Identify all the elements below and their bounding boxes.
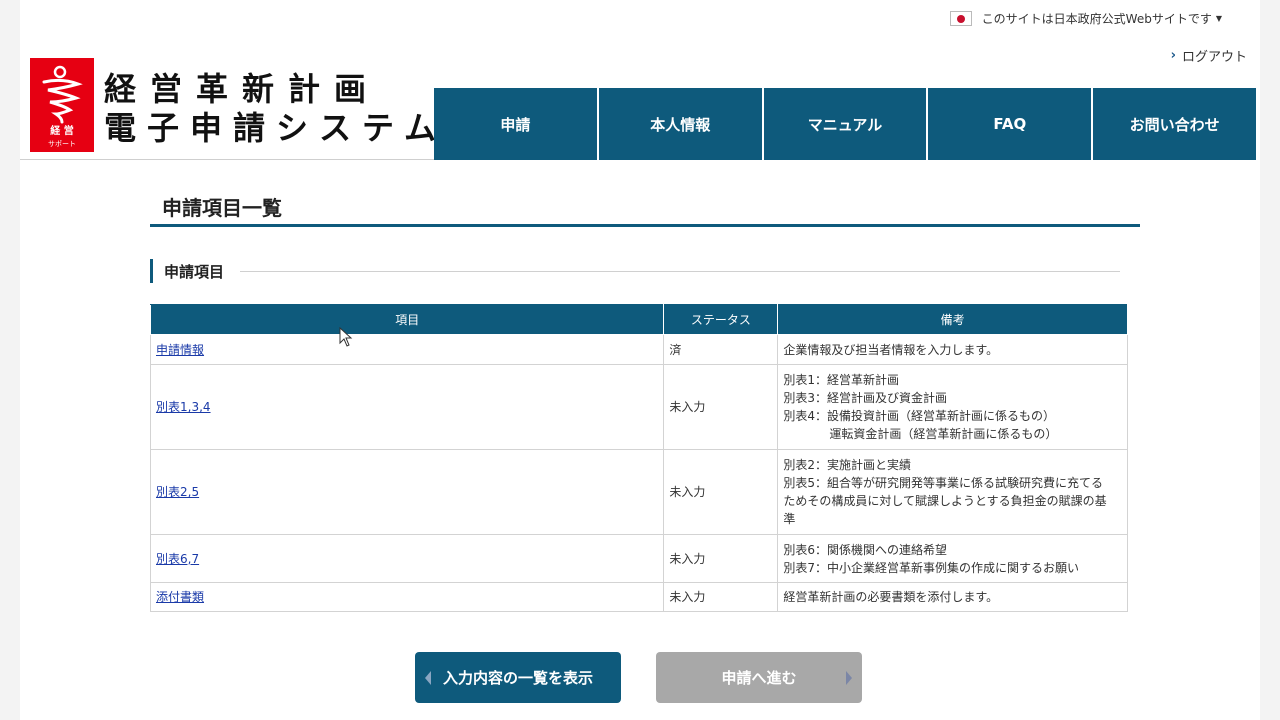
note-line: 経営革新計画の必要書類を添付します。 [783, 590, 999, 604]
proceed-to-apply-button[interactable]: 申請へ進む [656, 652, 862, 703]
status-cell: 未入力 [663, 364, 779, 450]
mouse-cursor-icon [339, 327, 353, 347]
site-title-line1: 経営革新計画 [104, 70, 381, 108]
item-link-application-info[interactable]: 申請情報 [156, 343, 204, 357]
proceed-label: 申請へ進む [721, 669, 797, 687]
status-cell: 未入力 [663, 534, 779, 583]
item-link-attachment-134[interactable]: 別表1,3,4 [156, 400, 211, 414]
notes-cell: 企業情報及び担当者情報を入力します。 [777, 334, 1128, 365]
action-buttons: 入力内容の一覧を表示 申請へ進む [415, 652, 863, 703]
item-cell: 別表2,5 [149, 449, 665, 535]
show-input-list-label: 入力内容の一覧を表示 [442, 669, 593, 687]
table-row: 別表1,3,4 未入力 別表1：経営革新計画 別表3：経営計画及び資金計画 別表… [149, 364, 1128, 450]
col-header-item: 項目 [149, 304, 665, 335]
logout-label: ログアウト [1181, 50, 1247, 65]
notes-cell: 経営革新計画の必要書類を添付します。 [777, 582, 1128, 612]
note-line: 別表6：関係機関への連絡希望 [783, 542, 947, 557]
application-items-table: 項目 ステータス 備考 申請情報 済 企業情報及び担当者情報を入力します。 別表… [149, 304, 1128, 612]
caret-down-icon: ▼ [1215, 14, 1222, 23]
table-header-row: 項目 ステータス 備考 [149, 304, 1128, 335]
nav-faq[interactable]: FAQ [928, 88, 1094, 160]
table-row: 申請情報 済 企業情報及び担当者情報を入力します。 [149, 334, 1128, 365]
gov-notice-text: このサイトは日本政府公式Webサイトです [981, 12, 1212, 26]
site-title-line2: 電子申請システム [104, 109, 448, 147]
note-line: 別表5：組合等が研究開発等事業に係る試験研究費に充てる [783, 476, 1103, 490]
logo-text-bottom: サポート [48, 140, 76, 148]
note-line: 別表7：中小企業経営革新事例集の作成に関するお願い [783, 560, 1079, 575]
page: このサイトは日本政府公式Webサイトです ▼ › ログアウト 経 営 サポート … [20, 0, 1260, 720]
nav-apply[interactable]: 申請 [434, 88, 599, 160]
notes-cell: 別表6：関係機関への連絡希望 別表7：中小企業経営革新事例集の作成に関するお願い [777, 534, 1128, 583]
main-content: 申請項目一覧 申請項目 項目 ステータス 備考 申請情報 済 企業情報及び担当者… [149, 186, 1140, 612]
table-row: 別表6,7 未入力 別表6：関係機関への連絡希望 別表7：中小企業経営革新事例集… [149, 534, 1128, 583]
status-cell: 済 [663, 334, 779, 365]
item-cell: 申請情報 [149, 334, 665, 365]
note-line: ためその構成員に対して賦課しようとする負担金の賦課の基 [783, 494, 1107, 508]
chevron-right-icon: › [1170, 48, 1176, 63]
nav-profile[interactable]: 本人情報 [598, 88, 764, 160]
item-link-attachment-67[interactable]: 別表6,7 [156, 552, 199, 566]
site-title: 経営革新計画 電子申請システム [104, 70, 447, 148]
triangle-left-icon [425, 671, 431, 685]
status-cell: 未入力 [663, 582, 779, 612]
show-input-list-button[interactable]: 入力内容の一覧を表示 [415, 652, 621, 703]
note-line: 別表3：経営計画及び資金計画 [783, 391, 947, 405]
triangle-right-icon [846, 671, 852, 685]
section-title: 申請項目 [164, 262, 225, 281]
section-accent-bar [150, 259, 153, 283]
item-cell: 別表6,7 [149, 534, 665, 583]
logo[interactable]: 経 営 サポート [30, 58, 94, 152]
section-heading: 申請項目 [150, 259, 1140, 283]
table-row: 添付書類 未入力 経営革新計画の必要書類を添付します。 [149, 582, 1128, 612]
note-line: 企業情報及び担当者情報を入力します。 [783, 342, 999, 357]
note-line: 準 [783, 512, 796, 526]
japan-flag-icon [949, 11, 972, 26]
status-cell: 未入力 [663, 449, 779, 535]
nav-contact[interactable]: お問い合わせ [1093, 88, 1256, 160]
logout-link[interactable]: › ログアウト [1171, 46, 1247, 65]
note-line: 運転資金計画（経営革新計画に係るもの） [829, 427, 1058, 441]
page-title: 申請項目一覧 [150, 186, 1140, 227]
logo-text-top: 経 営 [50, 124, 73, 137]
item-link-attached-documents[interactable]: 添付書類 [156, 590, 204, 604]
section-rule [240, 270, 1121, 272]
item-link-attachment-25[interactable]: 別表2,5 [156, 485, 199, 499]
note-line: 別表4：設備投資計画（経営革新計画に係るもの） [783, 409, 1055, 423]
item-cell: 添付書類 [149, 582, 665, 612]
nav-manual[interactable]: マニュアル [763, 88, 929, 160]
table-row: 別表2,5 未入力 別表2：実施計画と実績 別表5：組合等が研究開発等事業に係る… [149, 449, 1128, 535]
gov-notice[interactable]: このサイトは日本政府公式Webサイトです ▼ [949, 10, 1222, 27]
notes-cell: 別表2：実施計画と実績 別表5：組合等が研究開発等事業に係る試験研究費に充てる … [777, 449, 1128, 535]
item-cell: 別表1,3,4 [149, 364, 665, 450]
notes-cell: 別表1：経営革新計画 別表3：経営計画及び資金計画 別表4：設備投資計画（経営革… [777, 364, 1128, 450]
header-divider [20, 159, 434, 160]
main-nav: 申請 本人情報 マニュアル FAQ お問い合わせ [434, 88, 1256, 160]
note-line: 別表1：経営革新計画 [783, 373, 899, 387]
note-line: 別表2：実施計画と実績 [783, 458, 911, 472]
col-header-status: ステータス [663, 304, 779, 335]
top-bar: このサイトは日本政府公式Webサイトです ▼ [20, 0, 1260, 36]
col-header-notes: 備考 [777, 304, 1128, 335]
